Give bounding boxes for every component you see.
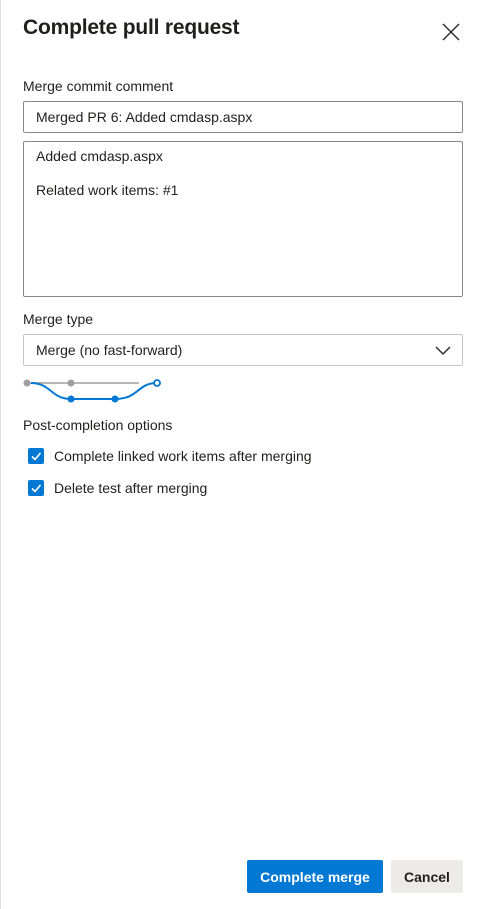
checkmark-icon: [28, 448, 44, 464]
close-button[interactable]: [439, 20, 463, 44]
post-completion-label: Post-completion options: [23, 417, 173, 433]
commit-description-line: Added cmdasp.aspx: [36, 148, 163, 164]
complete-work-items-checkbox[interactable]: Complete linked work items after merging: [28, 446, 312, 466]
chevron-down-icon: [435, 346, 451, 356]
complete-work-items-label: Complete linked work items after merging: [54, 448, 312, 464]
dialog-title: Complete pull request: [23, 16, 240, 39]
merge-type-dropdown[interactable]: Merge (no fast-forward): [23, 334, 463, 366]
cancel-button[interactable]: Cancel: [391, 860, 463, 893]
close-icon: [442, 23, 460, 41]
delete-branch-checkbox[interactable]: Delete test after merging: [28, 478, 207, 498]
delete-branch-label: Delete test after merging: [54, 480, 208, 496]
merge-type-label: Merge type: [23, 311, 94, 327]
merge-type-selected: Merge (no fast-forward): [36, 342, 183, 358]
commit-description-textarea[interactable]: Added cmdasp.aspx Related work items: #1: [23, 141, 463, 297]
complete-pr-dialog: Complete pull request Merge commit comme…: [0, 0, 482, 909]
commit-title-input[interactable]: [23, 101, 463, 133]
complete-merge-button[interactable]: Complete merge: [247, 860, 383, 893]
checkmark-icon: [28, 480, 44, 496]
merge-commit-comment-label: Merge commit comment: [23, 78, 174, 94]
merge-diagram: [23, 379, 161, 403]
commit-description-line: [36, 165, 450, 182]
commit-description-line: Related work items: #1: [36, 182, 179, 198]
